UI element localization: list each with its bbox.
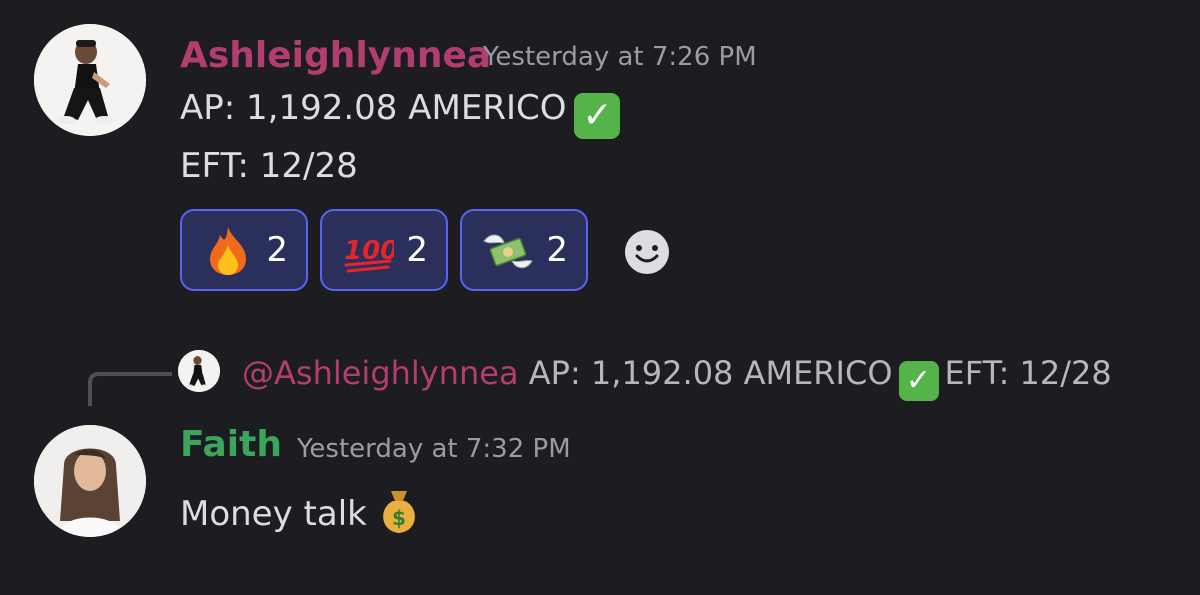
message1-line2: EFT: 12/28 — [180, 146, 358, 186]
timestamp-message2: Yesterday at 7:32 PM — [297, 434, 571, 464]
check-mark-emoji-small: ✓ — [898, 361, 939, 401]
message1-line1: AP: 1,192.08 AMERICO ✓ — [180, 88, 621, 139]
reply-spine — [88, 372, 172, 406]
message1-line1-text: AP: 1,192.08 AMERICO — [180, 88, 567, 128]
message2-text-line: Money talk $ — [180, 487, 421, 535]
reply-preview-text-after: EFT: 12/28 — [944, 354, 1112, 392]
money-bag-emoji: $ — [382, 491, 415, 533]
reaction-fire[interactable]: 2 — [180, 209, 308, 291]
avatar-faith[interactable] — [34, 425, 146, 537]
reaction-hundred-count: 2 — [406, 230, 428, 270]
message2-text: Money talk — [180, 494, 367, 534]
reply-avatar-ashleighlynnea[interactable] — [178, 350, 220, 392]
svg-text:$: $ — [392, 506, 406, 530]
reply-mention[interactable]: @Ashleighlynnea — [242, 354, 519, 392]
reaction-money-wings-count: 2 — [546, 230, 568, 270]
reply-preview-text: AP: 1,192.08 AMERICO — [528, 354, 893, 392]
hundred-points-emoji-icon: 100 — [344, 236, 394, 273]
username-faith[interactable]: Faith — [180, 427, 282, 463]
timestamp-message1: Yesterday at 7:26 PM — [483, 42, 757, 72]
chat-view: Ashleighlynnea Yesterday at 7:26 PM AP: … — [0, 0, 1200, 595]
money-with-wings-emoji-icon — [483, 234, 533, 269]
fire-emoji-icon — [210, 227, 246, 275]
check-mark-emoji: ✓ — [574, 93, 621, 139]
avatar-ashleighlynnea[interactable] — [34, 24, 146, 136]
reaction-fire-count: 2 — [266, 230, 288, 270]
reaction-money-wings[interactable]: 2 — [460, 209, 588, 291]
reply-preview[interactable]: @Ashleighlynnea AP: 1,192.08 AMERICO ✓ EFT… — [242, 357, 1112, 401]
add-reaction-icon[interactable] — [623, 228, 671, 276]
reaction-hundred[interactable]: 100 2 — [320, 209, 448, 291]
username-ashleighlynnea[interactable]: Ashleighlynnea — [180, 38, 491, 74]
